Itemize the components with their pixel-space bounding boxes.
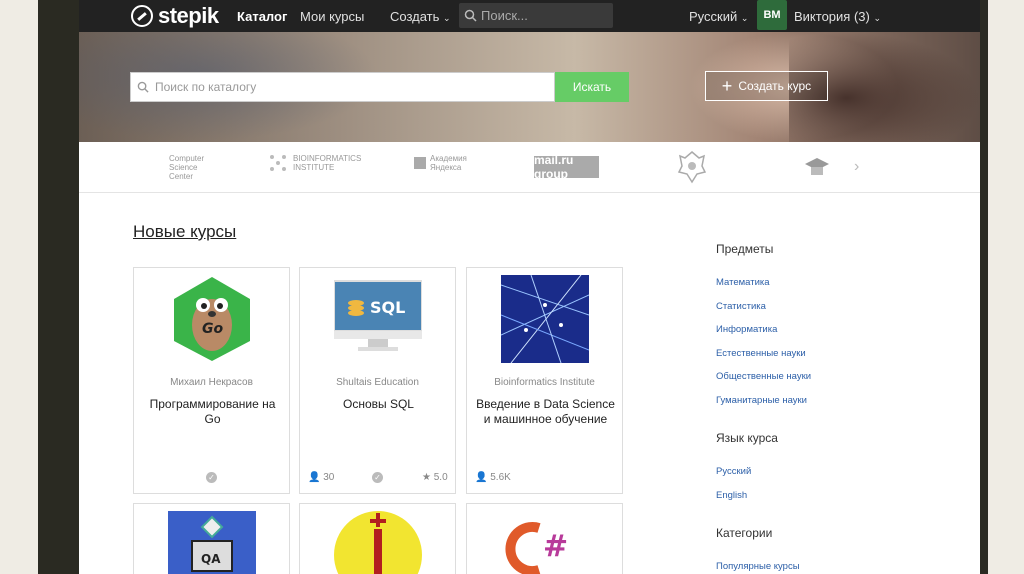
svg-text:Go: Go <box>202 321 223 337</box>
language-switcher[interactable]: Русский ⌄ <box>689 9 748 24</box>
search-button[interactable]: Искать <box>555 72 629 102</box>
course-title[interactable]: Программирование на Go <box>142 397 283 427</box>
sql-monitor-icon: SQL <box>334 280 422 351</box>
sidebar-subject-social-sciences[interactable]: Общественные науки <box>716 371 811 382</box>
nav-create-label: Создать <box>390 9 440 24</box>
dots-icon <box>270 155 286 171</box>
course-card-qa[interactable]: QA <box>133 503 290 574</box>
rating: ★ 5.0 <box>422 472 448 483</box>
svg-text:SQL: SQL <box>370 298 405 317</box>
chevron-right-icon[interactable]: › <box>854 158 859 176</box>
svg-text:#: # <box>543 529 568 564</box>
partner-logo-csc[interactable]: Computer Science Center <box>169 154 219 181</box>
user-menu[interactable]: Виктория (3) ⌄ <box>794 9 881 24</box>
learners-count: 👤 5.6K <box>475 472 511 483</box>
course-card-data-science[interactable]: Bioinformatics Institute Введение в Data… <box>466 267 623 494</box>
nav-create-menu[interactable]: Создать ⌄ <box>390 9 451 24</box>
hero-banner: Искать + Создать курс <box>79 32 980 142</box>
nav-search[interactable]: Поиск... <box>459 3 613 28</box>
stepik-logo-icon <box>131 5 153 27</box>
user-name: Виктория (3) <box>794 9 870 24</box>
nav-catalog[interactable]: Каталог <box>237 9 287 24</box>
chevron-down-icon: ⌄ <box>740 13 749 23</box>
create-course-button[interactable]: + Создать курс <box>705 71 828 101</box>
info-sign-icon <box>334 511 422 574</box>
chevron-down-icon: ⌄ <box>873 13 882 23</box>
course-author: Shultais Education <box>336 377 419 388</box>
learners-count: 👤 30 <box>308 472 334 483</box>
yandex-icon <box>414 157 426 169</box>
csharp-logo-icon: # <box>505 522 568 574</box>
partner-logo-mailru[interactable]: mail.ru group <box>534 153 599 181</box>
avatar[interactable]: ВМ <box>757 0 787 30</box>
catalog-search <box>130 72 555 102</box>
nav-search-placeholder: Поиск... <box>481 8 528 23</box>
create-course-label: Создать курс <box>738 79 812 93</box>
partner-logo-bioinformatics[interactable]: BIOINFORMATICS INSTITUTE <box>269 154 373 172</box>
sidebar-subject-statistics[interactable]: Статистика <box>716 301 766 312</box>
partner-logo-yandex-academy[interactable]: Академия Яндекса <box>414 154 480 172</box>
language-label: Русский <box>689 9 738 24</box>
graduation-cap-icon[interactable] <box>803 154 831 180</box>
partners-strip: Computer Science Center BIOINFORMATICS I… <box>79 142 980 193</box>
sidebar-subject-humanities[interactable]: Гуманитарные науки <box>716 395 807 406</box>
partner-bioinformatics-text: BIOINFORMATICS INSTITUTE <box>293 154 362 172</box>
network-image-icon <box>501 275 589 363</box>
rating-value: 5.0 <box>433 472 448 483</box>
star-icon: ★ <box>422 472 431 483</box>
coat-of-arms-icon[interactable] <box>677 150 707 184</box>
catalog-search-input[interactable] <box>153 79 537 95</box>
search-icon <box>464 9 477 22</box>
plus-icon: + <box>721 76 733 96</box>
sidebar-subject-math[interactable]: Математика <box>716 277 770 288</box>
sidebar-subjects-title: Предметы <box>716 242 774 256</box>
user-icon: 👤 <box>475 472 488 483</box>
nav-my-courses[interactable]: Мои курсы <box>300 9 364 24</box>
gopher-icon: Go <box>174 277 250 361</box>
sidebar-language-russian[interactable]: Русский <box>716 466 751 477</box>
partner-yandex-text: Академия Яндекса <box>430 154 467 172</box>
logo-text: stepik <box>158 3 219 28</box>
course-card-go[interactable]: Go Михаил Некрасов Программирование на G… <box>133 267 290 494</box>
section-title-new-courses[interactable]: Новые курсы <box>133 222 236 242</box>
course-card-info[interactable] <box>299 503 456 574</box>
presentation-border-right <box>980 0 988 574</box>
course-card-csharp[interactable]: # <box>466 503 623 574</box>
user-icon: 👤 <box>308 472 321 483</box>
course-author: Bioinformatics Institute <box>494 377 595 388</box>
qa-label: QA <box>201 552 221 566</box>
course-card-sql[interactable]: SQL Shultais Education Основы SQL 👤 30 ✓… <box>299 267 456 494</box>
sidebar-subject-informatics[interactable]: Информатика <box>716 324 777 335</box>
course-title[interactable]: Основы SQL <box>308 397 449 412</box>
learners-value: 5.6K <box>490 472 511 483</box>
check-icon: ✓ <box>372 472 383 483</box>
stepik-page: stepik Каталог Мои курсы Создать ⌄ Поиск… <box>79 0 980 574</box>
qa-robot-icon: QA <box>168 511 256 574</box>
sidebar-category-popular[interactable]: Популярные курсы <box>716 561 800 572</box>
sidebar-language-english[interactable]: English <box>716 490 747 501</box>
presentation-border-left <box>38 0 79 574</box>
learners-value: 30 <box>323 472 335 483</box>
sidebar-subject-natural-sciences[interactable]: Естественные науки <box>716 348 806 359</box>
course-title[interactable]: Введение в Data Science и машинное обуче… <box>475 397 616 427</box>
sidebar-language-title: Язык курса <box>716 431 778 445</box>
sidebar-categories-title: Категории <box>716 526 773 540</box>
search-icon <box>137 81 149 93</box>
check-icon: ✓ <box>206 472 217 483</box>
chevron-down-icon: ⌄ <box>443 13 451 23</box>
course-author: Михаил Некрасов <box>170 377 253 388</box>
top-navbar: stepik Каталог Мои курсы Создать ⌄ Поиск… <box>79 0 980 32</box>
stepik-logo[interactable]: stepik <box>131 3 219 29</box>
